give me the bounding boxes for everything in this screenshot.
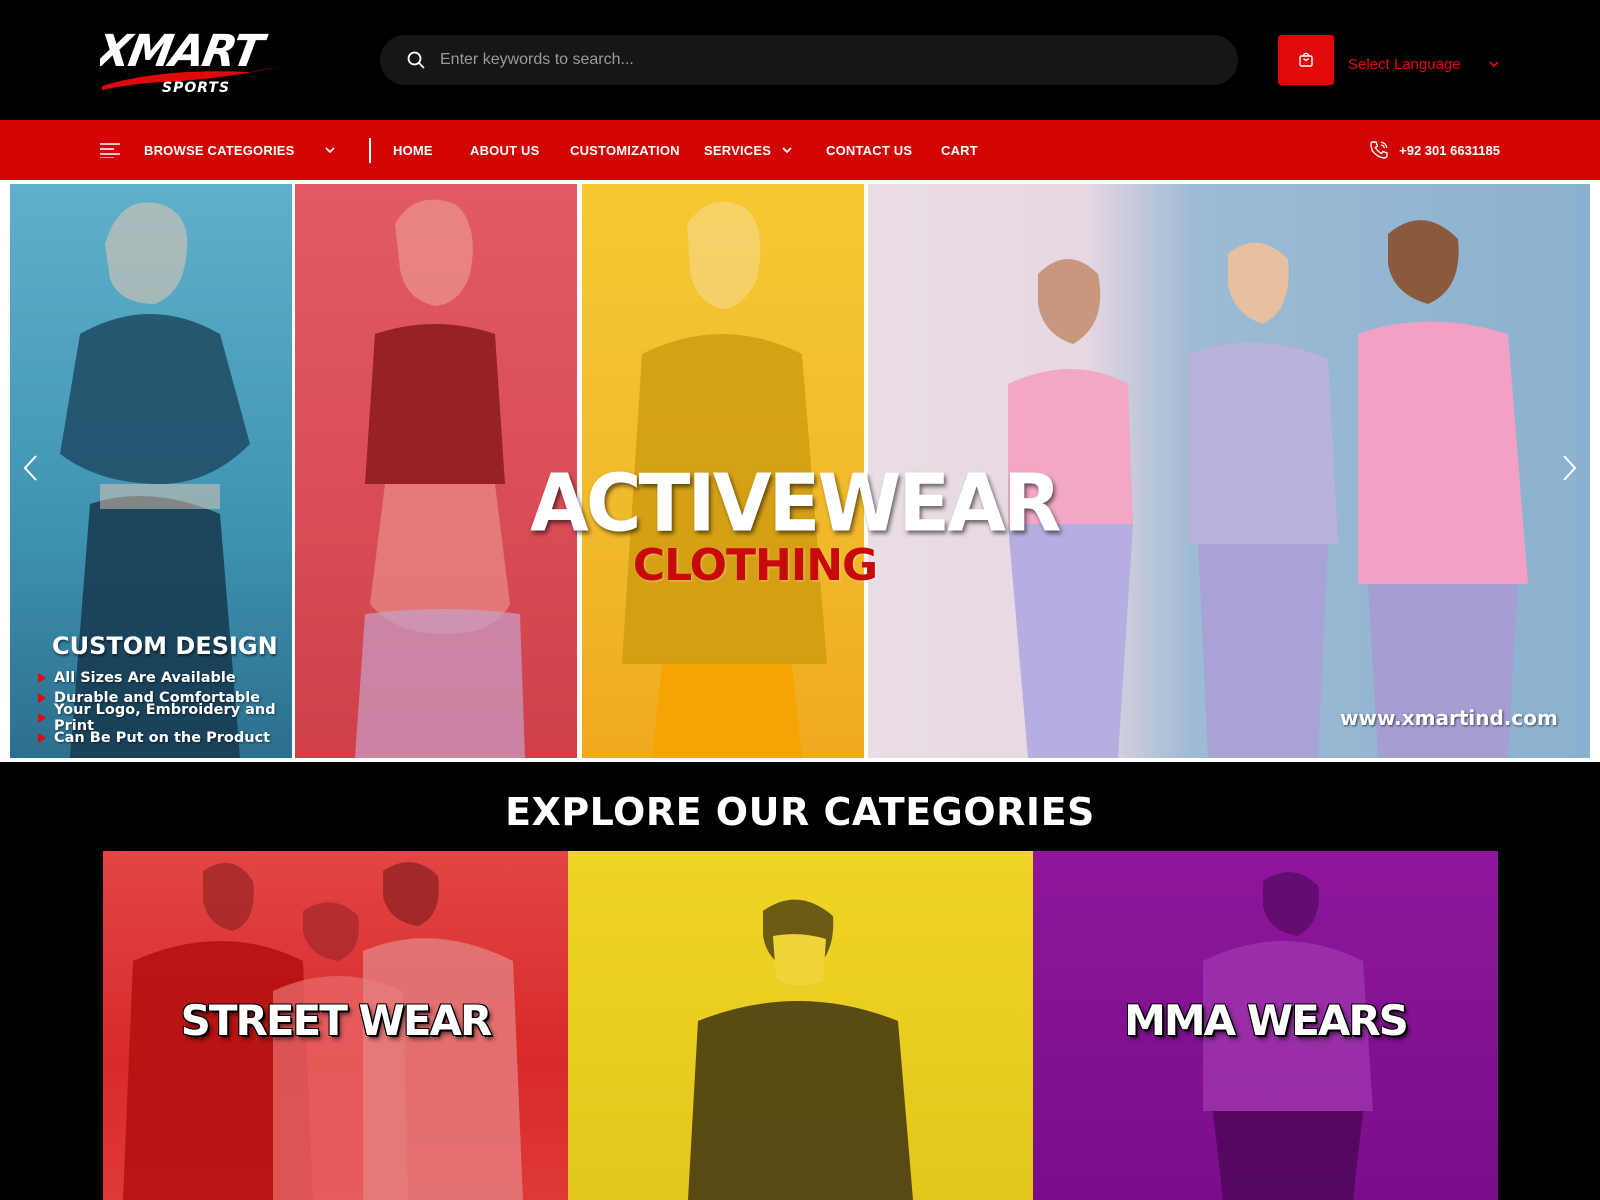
search-bar[interactable] <box>380 35 1238 85</box>
website-url: www.xmartind.com <box>1340 706 1558 730</box>
custom-design-point-text: All Sizes Are Available <box>54 670 236 686</box>
nav-cart[interactable]: CART <box>941 120 978 180</box>
brand-logo[interactable]: XMART SPORTS <box>100 24 290 96</box>
custom-design-title: CUSTOM DESIGN <box>52 632 278 660</box>
chevron-down-icon <box>782 147 792 154</box>
bullet-icon <box>38 713 46 723</box>
custom-design-point: Your Logo, Embroidery and Print <box>38 702 292 734</box>
category-activewear[interactable] <box>568 851 1033 1200</box>
search-icon <box>407 51 425 69</box>
bullet-icon <box>38 733 46 743</box>
slider-next-arrow[interactable] <box>1554 450 1584 486</box>
phone-contact[interactable]: +92 301 6631185 <box>1369 120 1500 180</box>
svg-text:XMART: XMART <box>100 26 271 77</box>
category-image <box>688 899 913 1200</box>
hero-panel-blue: CUSTOM DESIGN All Sizes Are Available Du… <box>10 184 292 758</box>
custom-design-list: All Sizes Are Available Durable and Comf… <box>38 668 292 748</box>
nav-divider <box>369 138 371 163</box>
browse-categories-dropdown[interactable]: BROWSE CATEGORIES <box>100 120 340 180</box>
language-select-value: Select Language <box>1348 55 1461 73</box>
category-street-wear[interactable]: STREET WEAR <box>103 851 568 1200</box>
menu-icon <box>100 143 120 158</box>
browse-categories-label: BROWSE CATEGORIES <box>144 142 295 158</box>
phone-number: +92 301 6631185 <box>1399 142 1500 158</box>
language-select[interactable]: Select Language <box>1348 52 1500 76</box>
shopping-bag-icon <box>1299 52 1313 67</box>
search-input[interactable] <box>440 51 1200 69</box>
main-nav: BROWSE CATEGORIES HOME ABOUT US CUSTOMIZ… <box>0 120 1600 180</box>
nav-services[interactable]: SERVICES <box>704 120 793 180</box>
bullet-icon <box>38 693 46 703</box>
custom-design-point-text: Can Be Put on the Product <box>54 730 271 746</box>
category-label: STREET WEAR <box>180 996 493 1045</box>
nav-customization[interactable]: CUSTOMIZATION <box>570 120 680 180</box>
slider-prev-arrow[interactable] <box>16 450 46 486</box>
category-label: MMA WEARS <box>1124 996 1409 1045</box>
categories-heading: EXPLORE OUR CATEGORIES <box>505 790 1095 834</box>
chevron-down-icon <box>325 147 335 154</box>
phone-icon <box>1370 141 1388 159</box>
nav-services-label: SERVICES <box>704 142 772 158</box>
cart-button[interactable] <box>1278 35 1334 85</box>
nav-about-us[interactable]: ABOUT US <box>470 120 540 180</box>
chevron-down-icon <box>1489 61 1499 68</box>
custom-design-point: Can Be Put on the Product <box>38 728 292 748</box>
bullet-icon <box>38 673 46 683</box>
site-header: XMART SPORTS Select Language <box>0 0 1600 120</box>
hero-slider[interactable]: CUSTOM DESIGN All Sizes Are Available Du… <box>0 180 1600 762</box>
svg-text:SPORTS: SPORTS <box>162 80 230 96</box>
chevron-left-icon <box>23 455 37 481</box>
hero-title: ACTIVEWEAR <box>530 455 1062 550</box>
custom-design-point: All Sizes Are Available <box>38 668 292 688</box>
nav-contact-us[interactable]: CONTACT US <box>826 120 912 180</box>
chevron-right-icon <box>1563 455 1577 481</box>
hero-subtitle: CLOTHING <box>632 540 878 591</box>
category-mma-wears[interactable]: MMA WEARS <box>1033 851 1498 1200</box>
nav-home[interactable]: HOME <box>393 120 433 180</box>
